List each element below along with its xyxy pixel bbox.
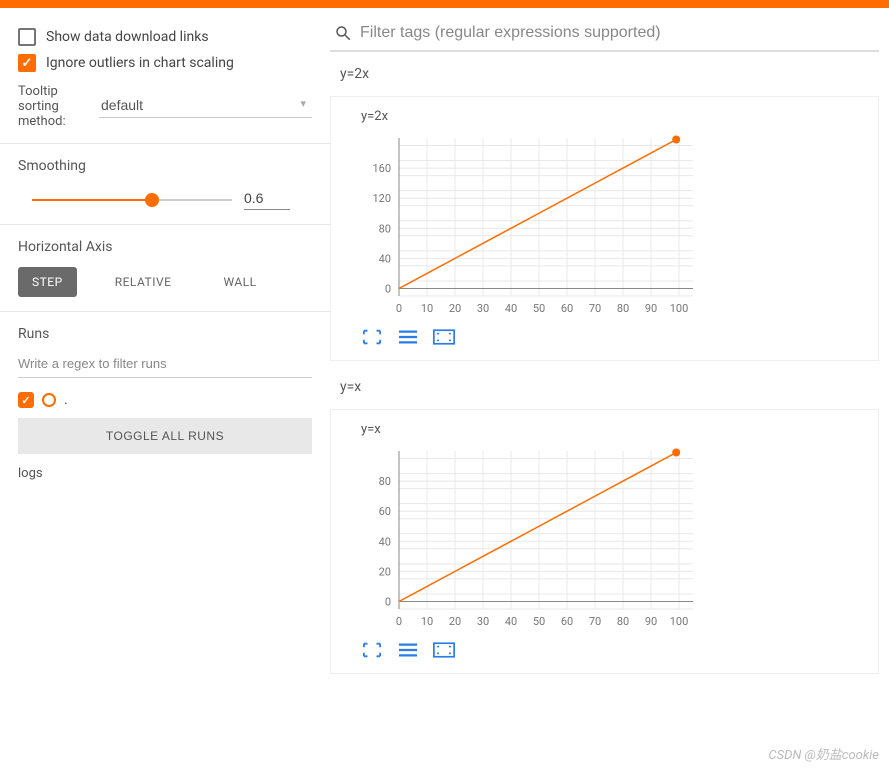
chart-card-header[interactable]: y=x	[330, 365, 879, 409]
svg-text:10: 10	[421, 615, 433, 628]
log-axis-icon[interactable]	[397, 328, 419, 346]
expand-icon[interactable]	[361, 641, 383, 659]
svg-text:70: 70	[589, 615, 601, 628]
svg-text:60: 60	[561, 302, 573, 315]
svg-text:10: 10	[421, 302, 433, 315]
svg-text:90: 90	[645, 615, 657, 628]
ignore-outliers-label: Ignore outliers in chart scaling	[46, 55, 234, 71]
svg-text:40: 40	[505, 302, 517, 315]
chart-card: y=x 0 10 20 30 40 50 60 70 80 90 100 0 20 40 60 80	[330, 409, 879, 674]
smoothing-value-input[interactable]	[244, 190, 290, 210]
svg-text:50: 50	[533, 615, 545, 628]
svg-text:80: 80	[617, 302, 629, 315]
axis-relative-button[interactable]: RELATIVE	[101, 267, 186, 297]
expand-icon[interactable]	[361, 328, 383, 346]
chart-plot[interactable]: 0 10 20 30 40 50 60 70 80 90 100 0 20 40 60 80	[345, 443, 705, 633]
chart-title: y=2x	[345, 109, 864, 124]
run-checkbox[interactable]	[18, 392, 34, 408]
svg-text:30: 30	[477, 302, 489, 315]
svg-text:60: 60	[561, 615, 573, 628]
svg-text:40: 40	[379, 252, 391, 265]
svg-text:160: 160	[372, 162, 391, 175]
chart-toolbar	[345, 328, 864, 346]
run-name: .	[64, 392, 68, 408]
svg-text:50: 50	[533, 302, 545, 315]
filter-row	[330, 14, 879, 52]
run-row: .	[18, 392, 312, 408]
svg-text:120: 120	[372, 192, 391, 205]
divider	[0, 311, 330, 312]
svg-text:30: 30	[477, 615, 489, 628]
smoothing-slider[interactable]	[32, 192, 232, 208]
runs-label: Runs	[18, 326, 312, 342]
watermark: CSDN @奶盐cookie	[768, 744, 879, 763]
svg-text:60: 60	[379, 505, 391, 518]
tooltip-sorting-label: Tooltip sorting method:	[18, 84, 91, 129]
content-area: y=2x y=2x 010203040506070809010004080120…	[330, 8, 889, 698]
svg-text:100: 100	[670, 302, 689, 315]
svg-text:0: 0	[385, 595, 391, 608]
chart-card-header[interactable]: y=2x	[330, 52, 879, 96]
chart-card: y=2x 0 10 20 30 40 50 60 70 80 90 100 0 40 80 120 160	[330, 96, 879, 361]
runs-filter-input[interactable]	[18, 350, 312, 378]
log-axis-icon[interactable]	[397, 641, 419, 659]
svg-text:40: 40	[505, 615, 517, 628]
svg-text:80: 80	[379, 222, 391, 235]
svg-text:70: 70	[589, 302, 601, 315]
search-icon	[334, 24, 352, 42]
show-download-links-checkbox[interactable]	[18, 28, 36, 46]
svg-text:90: 90	[645, 302, 657, 315]
horizontal-axis-group: STEP RELATIVE WALL	[18, 267, 312, 297]
tag-filter-input[interactable]	[360, 24, 875, 42]
svg-text:40: 40	[379, 535, 391, 548]
svg-text:0: 0	[385, 282, 391, 295]
run-color-swatch[interactable]	[42, 393, 56, 407]
horizontal-axis-label: Horizontal Axis	[18, 239, 312, 255]
fit-domain-icon[interactable]	[433, 641, 455, 659]
chart-plot[interactable]: 0 10 20 30 40 50 60 70 80 90 100 0 40 80 120 160	[345, 130, 705, 320]
svg-text:100: 100	[670, 615, 689, 628]
fit-domain-icon[interactable]	[433, 328, 455, 346]
axis-step-button[interactable]: STEP	[18, 267, 77, 297]
chart-title: y=x	[345, 422, 864, 437]
divider	[0, 143, 330, 144]
divider	[0, 224, 330, 225]
ignore-outliers-checkbox[interactable]	[18, 54, 36, 72]
svg-text:20: 20	[379, 565, 391, 578]
tooltip-sorting-select[interactable]	[99, 95, 312, 118]
show-download-links-label: Show data download links	[46, 29, 209, 45]
chart-toolbar	[345, 641, 864, 659]
svg-text:0: 0	[396, 302, 402, 315]
sidebar: Show data download links Ignore outliers…	[0, 8, 330, 698]
app-top-bar	[0, 0, 889, 8]
svg-text:80: 80	[617, 615, 629, 628]
svg-text:20: 20	[449, 302, 461, 315]
toggle-all-runs-button[interactable]: TOGGLE ALL RUNS	[18, 418, 312, 454]
smoothing-label: Smoothing	[18, 158, 312, 174]
svg-text:0: 0	[396, 615, 402, 628]
axis-wall-button[interactable]: WALL	[209, 267, 270, 297]
svg-text:80: 80	[379, 475, 391, 488]
logs-label: logs	[18, 466, 312, 481]
svg-text:20: 20	[449, 615, 461, 628]
